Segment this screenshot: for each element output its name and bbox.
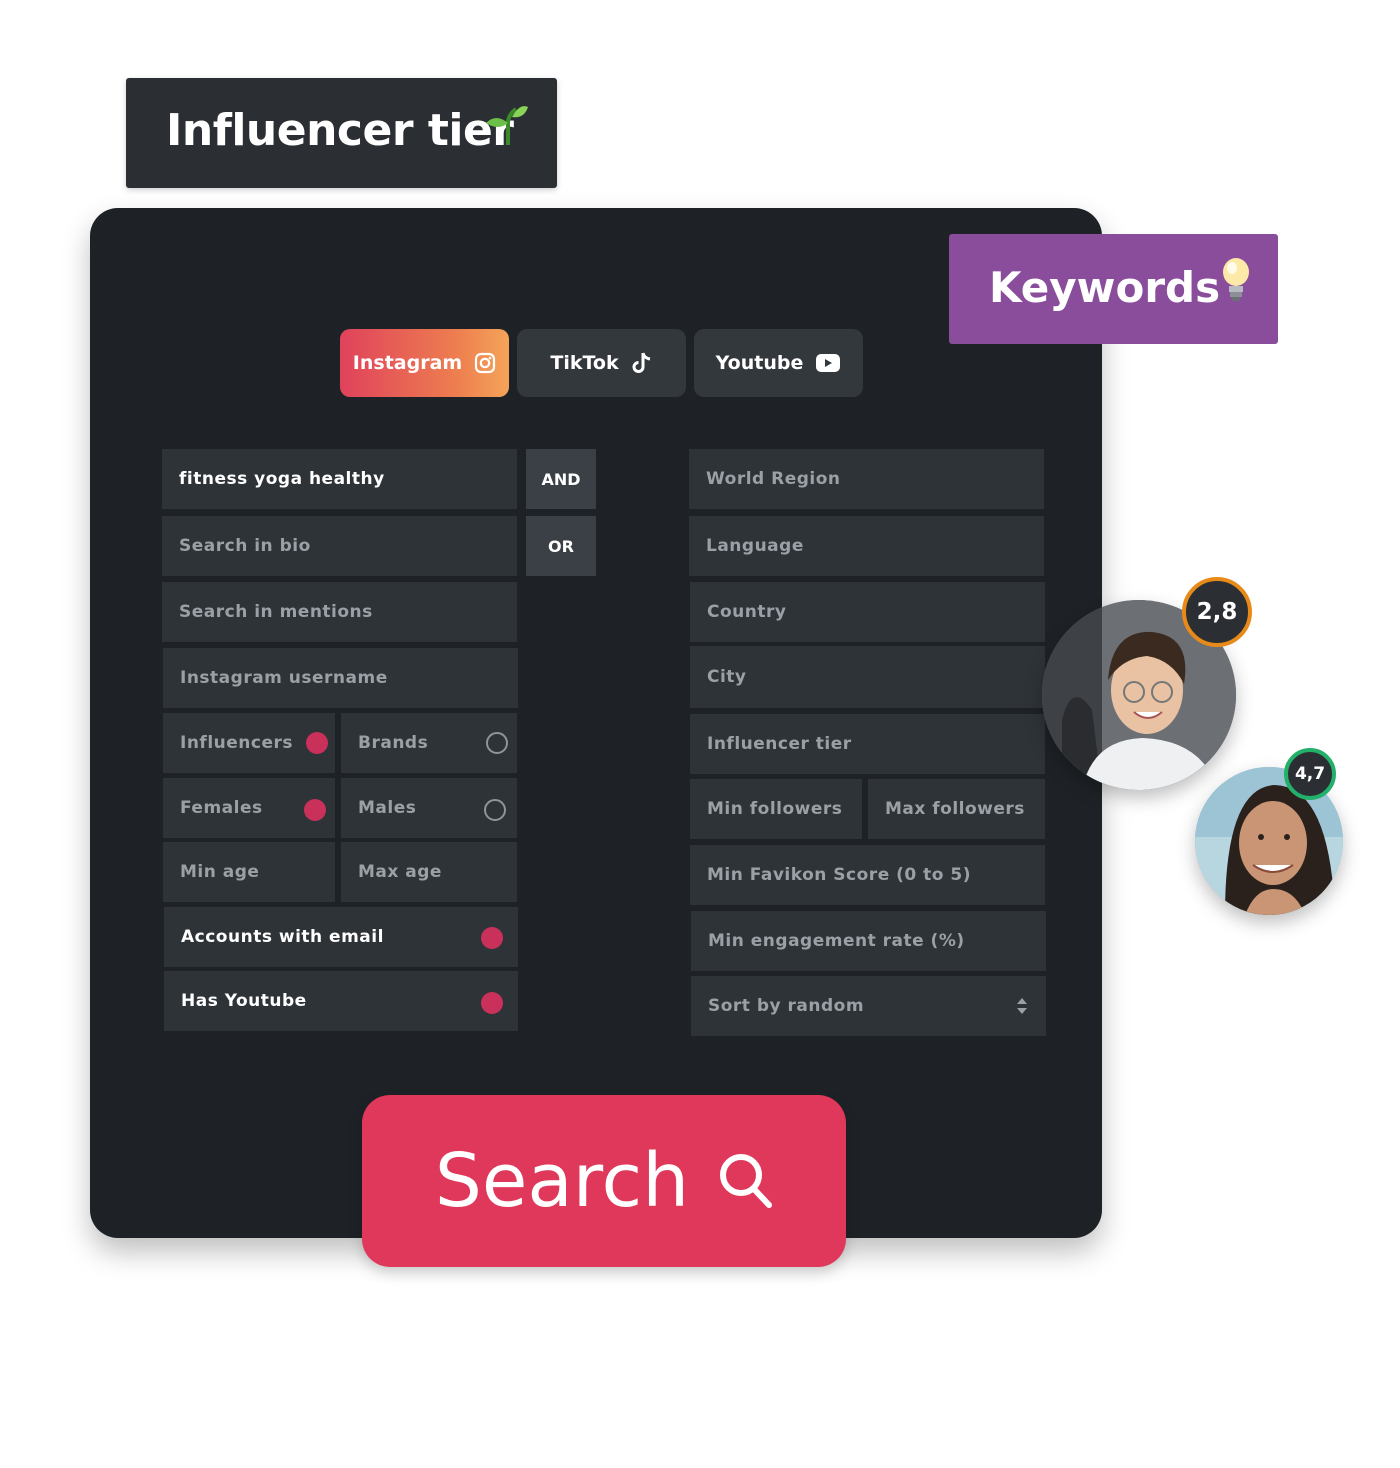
has-youtube-toggle[interactable]: Has Youtube [164,971,518,1031]
world-region-placeholder: World Region [706,469,841,489]
sort-arrows-icon [1017,998,1027,1014]
or-button[interactable]: OR [526,516,596,576]
females-toggle[interactable]: Females [163,778,335,838]
males-toggle[interactable]: Males [341,778,517,838]
tab-youtube[interactable]: Youtube [694,329,863,397]
language-placeholder: Language [706,536,804,556]
city-placeholder: City [707,667,747,687]
influencers-label: Influencers [180,733,293,753]
accounts-with-email-label: Accounts with email [181,927,384,947]
instagram-username-input[interactable]: Instagram username [163,648,518,708]
sort-select-value: Sort by random [708,996,865,1016]
tab-tiktok[interactable]: TikTok [517,329,686,397]
influencer-tier-placeholder: Influencer tier [707,734,852,754]
males-radio[interactable] [484,799,506,821]
search-mentions-input[interactable]: Search in mentions [162,582,517,642]
brands-radio[interactable] [486,732,508,754]
brands-label: Brands [358,733,429,753]
influencers-toggle[interactable]: Influencers [163,713,335,773]
males-label: Males [358,798,417,818]
tab-instagram-label: Instagram [352,352,463,374]
sprout-icon [486,106,528,145]
influencer-tier-select[interactable]: Influencer tier [690,714,1045,774]
instagram-icon [475,352,496,374]
search-bio-input[interactable]: Search in bio [162,516,517,576]
score-badge-1: 2,8 [1182,577,1252,647]
instagram-username-placeholder: Instagram username [180,668,388,688]
youtube-icon [816,354,841,372]
or-button-label: OR [548,536,574,556]
influencers-radio[interactable] [306,732,328,754]
city-select[interactable]: City [690,646,1045,708]
language-select[interactable]: Language [689,516,1044,576]
search-mentions-placeholder: Search in mentions [179,602,373,622]
min-age-placeholder: Min age [180,862,260,882]
max-followers-input[interactable]: Max followers [868,779,1045,839]
min-favikon-score-placeholder: Min Favikon Score (0 to 5) [707,865,971,885]
score-badge-2: 4,7 [1284,748,1336,800]
search-icon [720,1154,773,1208]
world-region-select[interactable]: World Region [689,449,1044,509]
score-badge-1-value: 2,8 [1196,599,1238,625]
and-button[interactable]: AND [526,449,596,509]
score-badge-2-value: 4,7 [1294,764,1326,784]
females-radio[interactable] [304,799,326,821]
max-age-placeholder: Max age [358,862,442,882]
tab-tiktok-label: TikTok [550,352,619,374]
has-youtube-label: Has Youtube [181,991,307,1011]
min-engagement-rate-input[interactable]: Min engagement rate (%) [691,911,1046,971]
has-youtube-radio[interactable] [481,992,503,1014]
max-age-input[interactable]: Max age [341,842,517,902]
max-followers-placeholder: Max followers [885,799,1025,819]
tab-youtube-label: Youtube [715,352,804,374]
keyword-input[interactable]: fitness yoga healthy [162,449,517,509]
min-followers-placeholder: Min followers [707,799,843,819]
min-engagement-rate-placeholder: Min engagement rate (%) [708,931,965,951]
min-age-input[interactable]: Min age [163,842,335,902]
sort-select[interactable]: Sort by random [691,976,1046,1036]
keyword-input-value: fitness yoga healthy [179,469,385,489]
search-button-label: Search [434,1138,690,1224]
country-select[interactable]: Country [690,582,1045,642]
country-placeholder: Country [707,602,787,622]
influencer-tier-title: Influencer tier [166,105,514,156]
brands-toggle[interactable]: Brands [341,713,517,773]
and-button-label: AND [541,469,581,489]
search-button[interactable]: Search [362,1095,846,1267]
keywords-banner: Keywords [949,234,1278,344]
tiktok-icon [632,352,650,373]
min-favikon-score-input[interactable]: Min Favikon Score (0 to 5) [690,845,1045,905]
min-followers-input[interactable]: Min followers [690,779,862,839]
lightbulb-icon [1223,258,1249,301]
females-label: Females [180,798,263,818]
keywords-title: Keywords [989,263,1221,312]
tab-instagram[interactable]: Instagram [340,329,509,397]
accounts-with-email-radio[interactable] [481,927,503,949]
search-bio-placeholder: Search in bio [179,536,311,556]
accounts-with-email-toggle[interactable]: Accounts with email [164,907,518,967]
